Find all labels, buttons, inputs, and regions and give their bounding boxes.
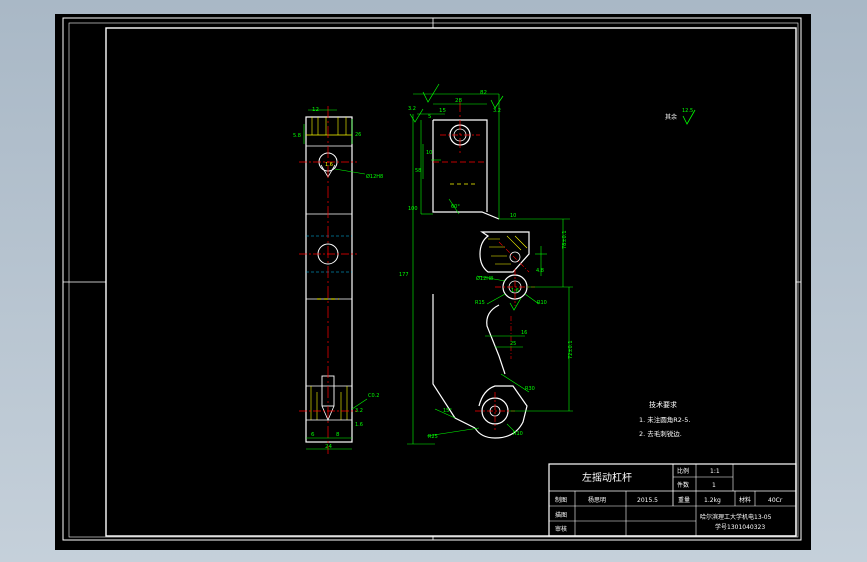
drawn-label: 制图: [555, 496, 567, 504]
dim-side-overall: 24: [325, 444, 332, 450]
material-label: 材料: [739, 496, 751, 504]
lever-inner-edge: [486, 304, 506, 375]
review-label: 审核: [555, 525, 567, 533]
dim-r30: R30: [525, 386, 535, 392]
student-id: 学号1301040323: [715, 523, 765, 531]
dim-side-bottom-depth: 8: [336, 432, 340, 438]
dim-hole-depth: 4.8: [536, 268, 544, 274]
dim-r25: R25: [428, 434, 438, 440]
dim-right-b: 72±0.1: [568, 340, 574, 359]
qty-label: 件数: [677, 481, 689, 489]
dim-angle-b: 15°: [443, 408, 452, 414]
dim-v100: 100: [408, 206, 418, 212]
rough-right-value: 3.2: [493, 108, 501, 114]
check-label: 描图: [555, 511, 567, 519]
dim-h25: 25: [510, 341, 516, 347]
drawing-sheet: 12 5.8 26 Ø12H8 1.6 3.2 1.6 C0.2 6 8 24: [62, 17, 802, 541]
dim-side-bottom-width: 6: [311, 432, 315, 438]
drawn-date: 2015.5: [637, 497, 658, 504]
part-name: 左摇动杠杆: [582, 471, 632, 484]
dim-hole: Ø12H8: [476, 275, 493, 282]
weight-label: 重量: [678, 496, 690, 504]
dim-top-5: 5: [428, 114, 432, 120]
cad-viewport[interactable]: 12 5.8 26 Ø12H8 1.6 3.2 1.6 C0.2 6 8 24: [55, 14, 811, 550]
dim-v10: 10: [426, 150, 432, 156]
roughness-symbol-top: [422, 83, 440, 103]
dim-right-a: 78±0.1: [562, 230, 568, 249]
dim-r15: R15: [475, 300, 485, 306]
dim-side-top-width: 12: [312, 107, 319, 113]
dim-side-bore-note: Ø12H8: [366, 173, 383, 180]
rough-side-a: 1.6: [325, 162, 333, 168]
weight-value: 1.2kg: [704, 497, 721, 504]
front-view: [407, 83, 696, 445]
dim-r10: 10: [510, 213, 516, 219]
trim-border: [68, 22, 799, 538]
dim-top-28: 28: [455, 98, 462, 104]
dim-side-a: 5.8: [293, 133, 301, 139]
surface-finish-value: 12.5: [682, 108, 693, 114]
tech-req-title: 技术要求: [649, 400, 677, 409]
middle-boss: [479, 231, 530, 273]
rough-side-c: 1.6: [355, 422, 363, 428]
dim-top-15: 15: [439, 108, 446, 114]
lever-left-edge: [432, 294, 476, 429]
dim-top-overall: 82: [480, 90, 487, 96]
dim-v58: 58: [415, 168, 421, 174]
rough-mid-value: 1.6: [511, 288, 519, 294]
school-name: 哈尔滨理工大学机电13-05: [700, 513, 772, 521]
scale-label: 比例: [677, 467, 689, 475]
side-view: [299, 106, 368, 454]
outer-sheet-border: [62, 17, 802, 541]
rough-side-b: 3.2: [355, 408, 363, 414]
qty-value: 1: [712, 482, 716, 489]
drawn-name: 杨思明: [588, 496, 606, 504]
dim-v177: 177: [399, 272, 409, 278]
surface-finish-label: 其余: [665, 113, 677, 121]
bottom-hatch: [310, 386, 348, 420]
rough-top-value: 3.2: [408, 106, 416, 112]
dim-angle: 60°: [451, 204, 460, 210]
material-value: 40Cr: [768, 497, 783, 504]
dim-r10c: R10: [513, 431, 523, 437]
top-bore-hatch: [311, 117, 347, 135]
dim-side-b: 26: [355, 132, 361, 138]
dim-side-chamfer: C0.2: [368, 393, 379, 399]
scale-value: 1:1: [710, 468, 720, 475]
dim-h16: 16: [521, 330, 527, 336]
middle-boss-hatch: [488, 235, 528, 265]
tech-req-item-1: 1. 未注圆角R2-5.: [639, 415, 690, 424]
tech-req-item-2: 2. 去毛刺锐边.: [639, 429, 682, 438]
dim-r10b: R10: [537, 300, 547, 306]
